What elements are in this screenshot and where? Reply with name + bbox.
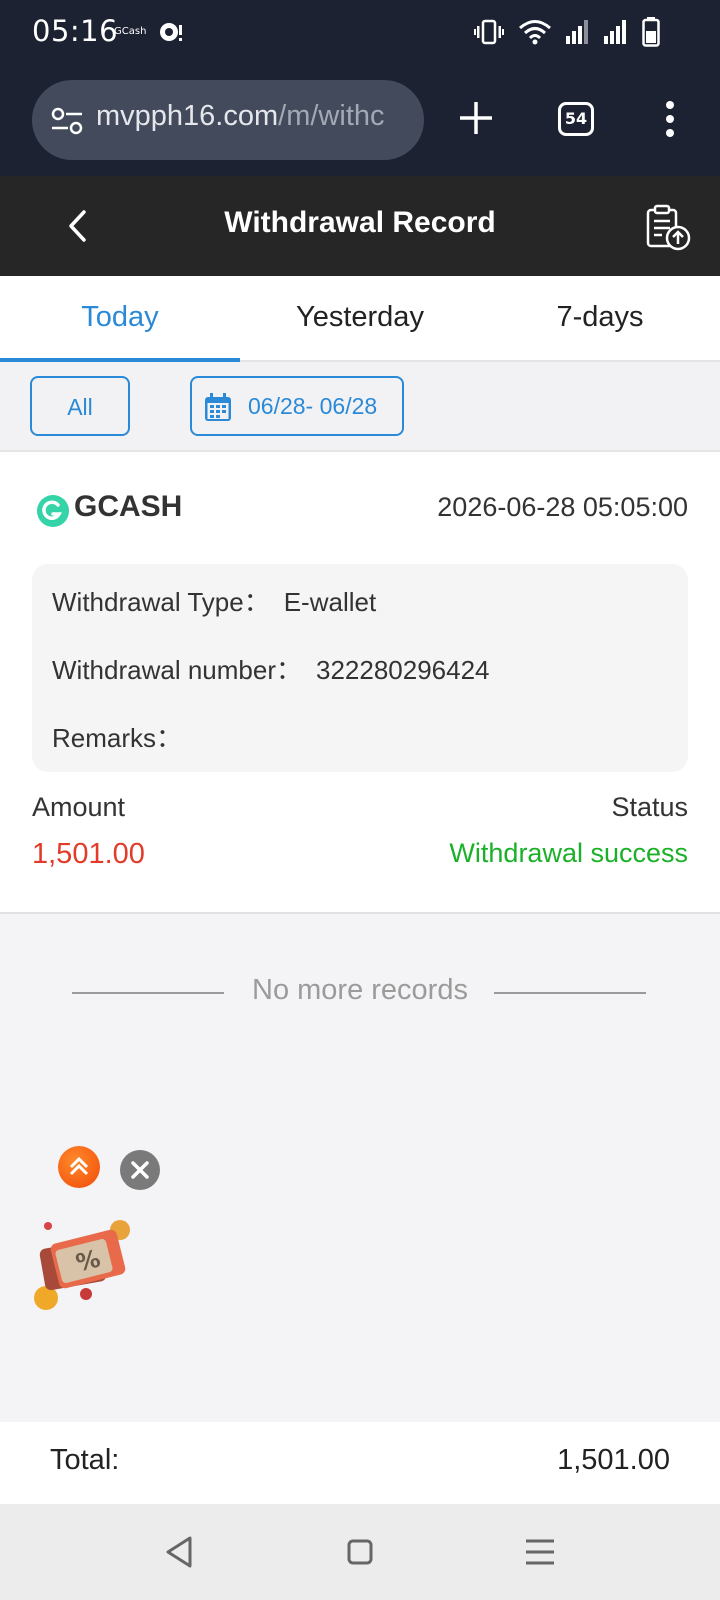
url-bar[interactable]: mvpph16.com/m/withc bbox=[32, 80, 424, 160]
close-promo-button[interactable] bbox=[120, 1150, 160, 1190]
record-datetime: 2026-06-28 05:05:00 bbox=[437, 492, 688, 522]
withdrawal-type-row: Withdrawal Type： E-wallet bbox=[52, 582, 376, 619]
total-label: Total: bbox=[50, 1444, 120, 1476]
signal-icon bbox=[604, 20, 626, 44]
more-vert-icon[interactable] bbox=[664, 100, 676, 138]
promo-coupon-icon[interactable]: % bbox=[28, 1216, 136, 1316]
status-icons bbox=[474, 17, 660, 47]
no-more-records: No more records bbox=[0, 970, 720, 1014]
divider-right bbox=[494, 992, 646, 994]
url-host: mvpph16.com bbox=[96, 100, 279, 132]
tab-7-days[interactable]: 7-days bbox=[480, 276, 720, 362]
status-bar: 05:16 GCash bbox=[0, 0, 720, 64]
withdrawal-record-card[interactable]: GCASH 2026-06-28 05:05:00 Withdrawal Typ… bbox=[0, 452, 720, 914]
withdrawal-type-value: E-wallet bbox=[283, 587, 377, 617]
vibrate-icon bbox=[474, 19, 504, 45]
period-tabs: Today Yesterday 7-days bbox=[0, 276, 720, 362]
status-time: 05:16 bbox=[32, 14, 119, 48]
remarks-row: Remarks： bbox=[52, 718, 196, 755]
total-value: 1,501.00 bbox=[557, 1444, 670, 1476]
gcash-logo-icon bbox=[37, 495, 69, 527]
withdrawal-type-label: Withdrawal Type： bbox=[52, 587, 270, 617]
gcash-notification-icon: GCash bbox=[114, 26, 147, 37]
url-path: /m/withc bbox=[278, 100, 385, 132]
status-label: Status bbox=[611, 792, 688, 822]
amount-value: 1,501.00 bbox=[32, 838, 145, 870]
withdrawal-number-value: 322280296424 bbox=[315, 655, 490, 685]
tab-yesterday[interactable]: Yesterday bbox=[240, 276, 480, 362]
calendar-icon bbox=[205, 393, 231, 421]
withdrawal-number-label: Withdrawal number： bbox=[52, 655, 302, 685]
double-chevron-up-icon bbox=[69, 1156, 89, 1176]
amount-label: Amount bbox=[32, 792, 126, 822]
wifi-icon bbox=[519, 20, 551, 45]
tune-icon[interactable] bbox=[50, 106, 84, 136]
date-range-text: 06/28- 06/28 bbox=[248, 393, 378, 419]
signal-icon bbox=[566, 20, 588, 44]
date-range-button[interactable]: 06/28- 06/28 bbox=[190, 376, 404, 436]
tab-switcher-button[interactable]: 54 bbox=[558, 102, 594, 136]
nav-home-icon[interactable] bbox=[340, 1532, 380, 1572]
withdrawal-number-row: Withdrawal number： 322280296424 bbox=[52, 650, 490, 687]
battery-icon bbox=[642, 17, 660, 47]
nav-recents-icon[interactable] bbox=[520, 1532, 560, 1572]
system-nav-bar bbox=[0, 1504, 720, 1600]
remarks-label: Remarks： bbox=[52, 723, 183, 753]
browser-chrome: 05:16 GCash mvpph16.com/m/withc 54 bbox=[0, 0, 720, 176]
channel-name: GCASH bbox=[74, 490, 183, 523]
url-text[interactable]: mvpph16.com/m/withc bbox=[96, 100, 406, 140]
sync-notification-icon bbox=[160, 23, 182, 41]
tab-today[interactable]: Today bbox=[0, 276, 240, 362]
filter-all-button[interactable]: All bbox=[30, 376, 130, 436]
status-value: Withdrawal success bbox=[449, 838, 688, 868]
app-header: Withdrawal Record bbox=[0, 176, 720, 276]
page-title: Withdrawal Record bbox=[224, 206, 496, 239]
scroll-to-top-button[interactable] bbox=[58, 1146, 100, 1188]
export-clipboard-icon[interactable] bbox=[644, 204, 692, 252]
plus-icon[interactable] bbox=[456, 98, 496, 138]
no-more-records-text: No more records bbox=[252, 974, 468, 1006]
close-icon bbox=[131, 1161, 149, 1179]
filter-row: All 06/28- 06/28 bbox=[0, 362, 720, 452]
record-details: Withdrawal Type： E-wallet Withdrawal numb… bbox=[32, 564, 688, 772]
total-bar: Total: 1,501.00 bbox=[0, 1422, 720, 1504]
nav-back-icon[interactable] bbox=[160, 1532, 200, 1572]
